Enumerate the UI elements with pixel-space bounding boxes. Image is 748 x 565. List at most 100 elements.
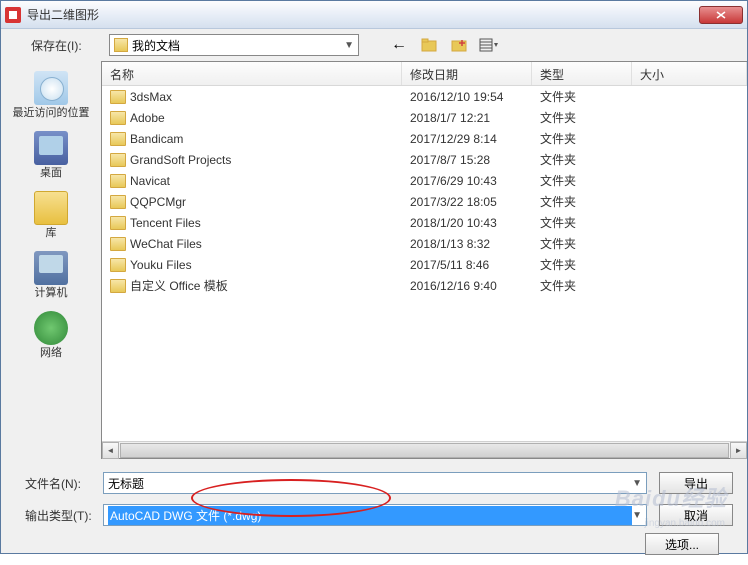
file-row[interactable]: Youku Files 2017/5/11 8:46文件夹 [102, 254, 747, 275]
file-type: 文件夹 [532, 212, 632, 233]
file-type: 文件夹 [532, 128, 632, 149]
file-row[interactable]: GrandSoft Projects 2017/8/7 15:28文件夹 [102, 149, 747, 170]
file-row[interactable]: 3dsMax 2016/12/10 19:54文件夹 [102, 86, 747, 107]
folder-icon [110, 195, 126, 209]
column-size[interactable]: 大小 [632, 62, 747, 85]
file-row[interactable]: QQPCMgr 2017/3/22 18:05文件夹 [102, 191, 747, 212]
file-date: 2018/1/7 12:21 [402, 109, 532, 127]
file-date: 2018/1/13 8:32 [402, 235, 532, 253]
file-size [632, 137, 747, 141]
column-date[interactable]: 修改日期 [402, 62, 532, 85]
file-type: 文件夹 [532, 254, 632, 275]
file-row[interactable]: Tencent Files 2018/1/20 10:43文件夹 [102, 212, 747, 233]
filetype-dropdown[interactable]: AutoCAD DWG 文件 (*.dwg) ▼ [103, 504, 647, 526]
libraries-icon [34, 191, 68, 225]
save-in-label: 保存在(I): [31, 37, 101, 54]
file-size [632, 284, 747, 288]
up-folder-button[interactable] [419, 35, 439, 55]
chevron-down-icon: ▼ [632, 510, 642, 521]
file-date: 2016/12/10 19:54 [402, 88, 532, 106]
file-size [632, 200, 747, 204]
location-text: 我的文档 [132, 37, 344, 54]
folder-icon [110, 216, 126, 230]
file-type: 文件夹 [532, 170, 632, 191]
file-name: Navicat [130, 174, 170, 188]
sidebar-desktop[interactable]: 桌面 [1, 125, 101, 185]
close-button[interactable] [699, 6, 743, 24]
sidebar-recent[interactable]: 最近访问的位置 [1, 65, 101, 125]
file-list-header: 名称 修改日期 类型 大小 [102, 62, 747, 86]
cancel-button[interactable]: 取消 [659, 504, 733, 526]
file-row[interactable]: Navicat 2017/6/29 10:43文件夹 [102, 170, 747, 191]
recent-places-icon [34, 71, 68, 105]
folder-icon [110, 258, 126, 272]
file-date: 2017/8/7 15:28 [402, 151, 532, 169]
file-name: QQPCMgr [130, 195, 186, 209]
file-name: Bandicam [130, 132, 183, 146]
file-type: 文件夹 [532, 107, 632, 128]
file-size [632, 158, 747, 162]
scroll-right-icon[interactable]: ► [730, 442, 747, 459]
file-name: GrandSoft Projects [130, 153, 231, 167]
network-icon [34, 311, 68, 345]
file-row[interactable]: Bandicam 2017/12/29 8:14文件夹 [102, 128, 747, 149]
sidebar-computer[interactable]: 计算机 [1, 245, 101, 305]
desktop-icon [34, 131, 68, 165]
file-size [632, 263, 747, 267]
options-button[interactable]: 选项... [645, 533, 719, 555]
file-type: 文件夹 [532, 86, 632, 107]
scroll-left-icon[interactable]: ◄ [102, 442, 119, 459]
folder-icon [110, 237, 126, 251]
column-type[interactable]: 类型 [532, 62, 632, 85]
folder-icon [110, 132, 126, 146]
file-name: 3dsMax [130, 90, 172, 104]
folder-icon [110, 90, 126, 104]
file-name: Tencent Files [130, 216, 201, 230]
location-dropdown[interactable]: 我的文档 ▼ [109, 34, 359, 56]
window-title: 导出二维图形 [27, 6, 699, 23]
new-folder-button[interactable] [449, 35, 469, 55]
file-date: 2017/6/29 10:43 [402, 172, 532, 190]
folder-icon [110, 174, 126, 188]
file-size [632, 116, 747, 120]
file-type: 文件夹 [532, 149, 632, 170]
app-icon [5, 7, 21, 23]
folder-icon [114, 38, 128, 52]
file-date: 2017/3/22 18:05 [402, 193, 532, 211]
file-row[interactable]: WeChat Files 2018/1/13 8:32文件夹 [102, 233, 747, 254]
file-name: Youku Files [130, 258, 192, 272]
view-menu-button[interactable] [479, 35, 499, 55]
export-button[interactable]: 导出 [659, 472, 733, 494]
file-date: 2017/5/11 8:46 [402, 256, 532, 274]
file-size [632, 95, 747, 99]
places-sidebar: 最近访问的位置 桌面 库 计算机 网络 [1, 61, 101, 459]
file-name: Adobe [130, 111, 165, 125]
file-row[interactable]: 自定义 Office 模板 2016/12/16 9:40文件夹 [102, 275, 747, 296]
filetype-label: 输出类型(T): [15, 507, 103, 524]
folder-icon [110, 153, 126, 167]
chevron-down-icon: ▼ [344, 40, 354, 51]
sidebar-network[interactable]: 网络 [1, 305, 101, 365]
column-name[interactable]: 名称 [102, 62, 402, 85]
file-list[interactable]: 3dsMax2016/12/10 19:54文件夹Adobe2018/1/7 1… [102, 86, 747, 441]
file-type: 文件夹 [532, 233, 632, 254]
chevron-down-icon: ▼ [632, 478, 642, 489]
file-size [632, 242, 747, 246]
file-type: 文件夹 [532, 275, 632, 296]
sidebar-libraries[interactable]: 库 [1, 185, 101, 245]
file-size [632, 221, 747, 225]
file-name: 自定义 Office 模板 [130, 277, 228, 294]
folder-icon [110, 279, 126, 293]
horizontal-scrollbar[interactable]: ◄ ► [102, 441, 747, 458]
file-date: 2018/1/20 10:43 [402, 214, 532, 232]
file-row[interactable]: Adobe 2018/1/7 12:21文件夹 [102, 107, 747, 128]
file-name: WeChat Files [130, 237, 202, 251]
file-date: 2017/12/29 8:14 [402, 130, 532, 148]
file-type: 文件夹 [532, 191, 632, 212]
file-date: 2016/12/16 9:40 [402, 277, 532, 295]
filename-label: 文件名(N): [15, 475, 103, 492]
file-size [632, 179, 747, 183]
filename-input[interactable]: 无标题 ▼ [103, 472, 647, 494]
scroll-thumb[interactable] [120, 443, 729, 458]
back-button[interactable]: ← [389, 35, 409, 55]
